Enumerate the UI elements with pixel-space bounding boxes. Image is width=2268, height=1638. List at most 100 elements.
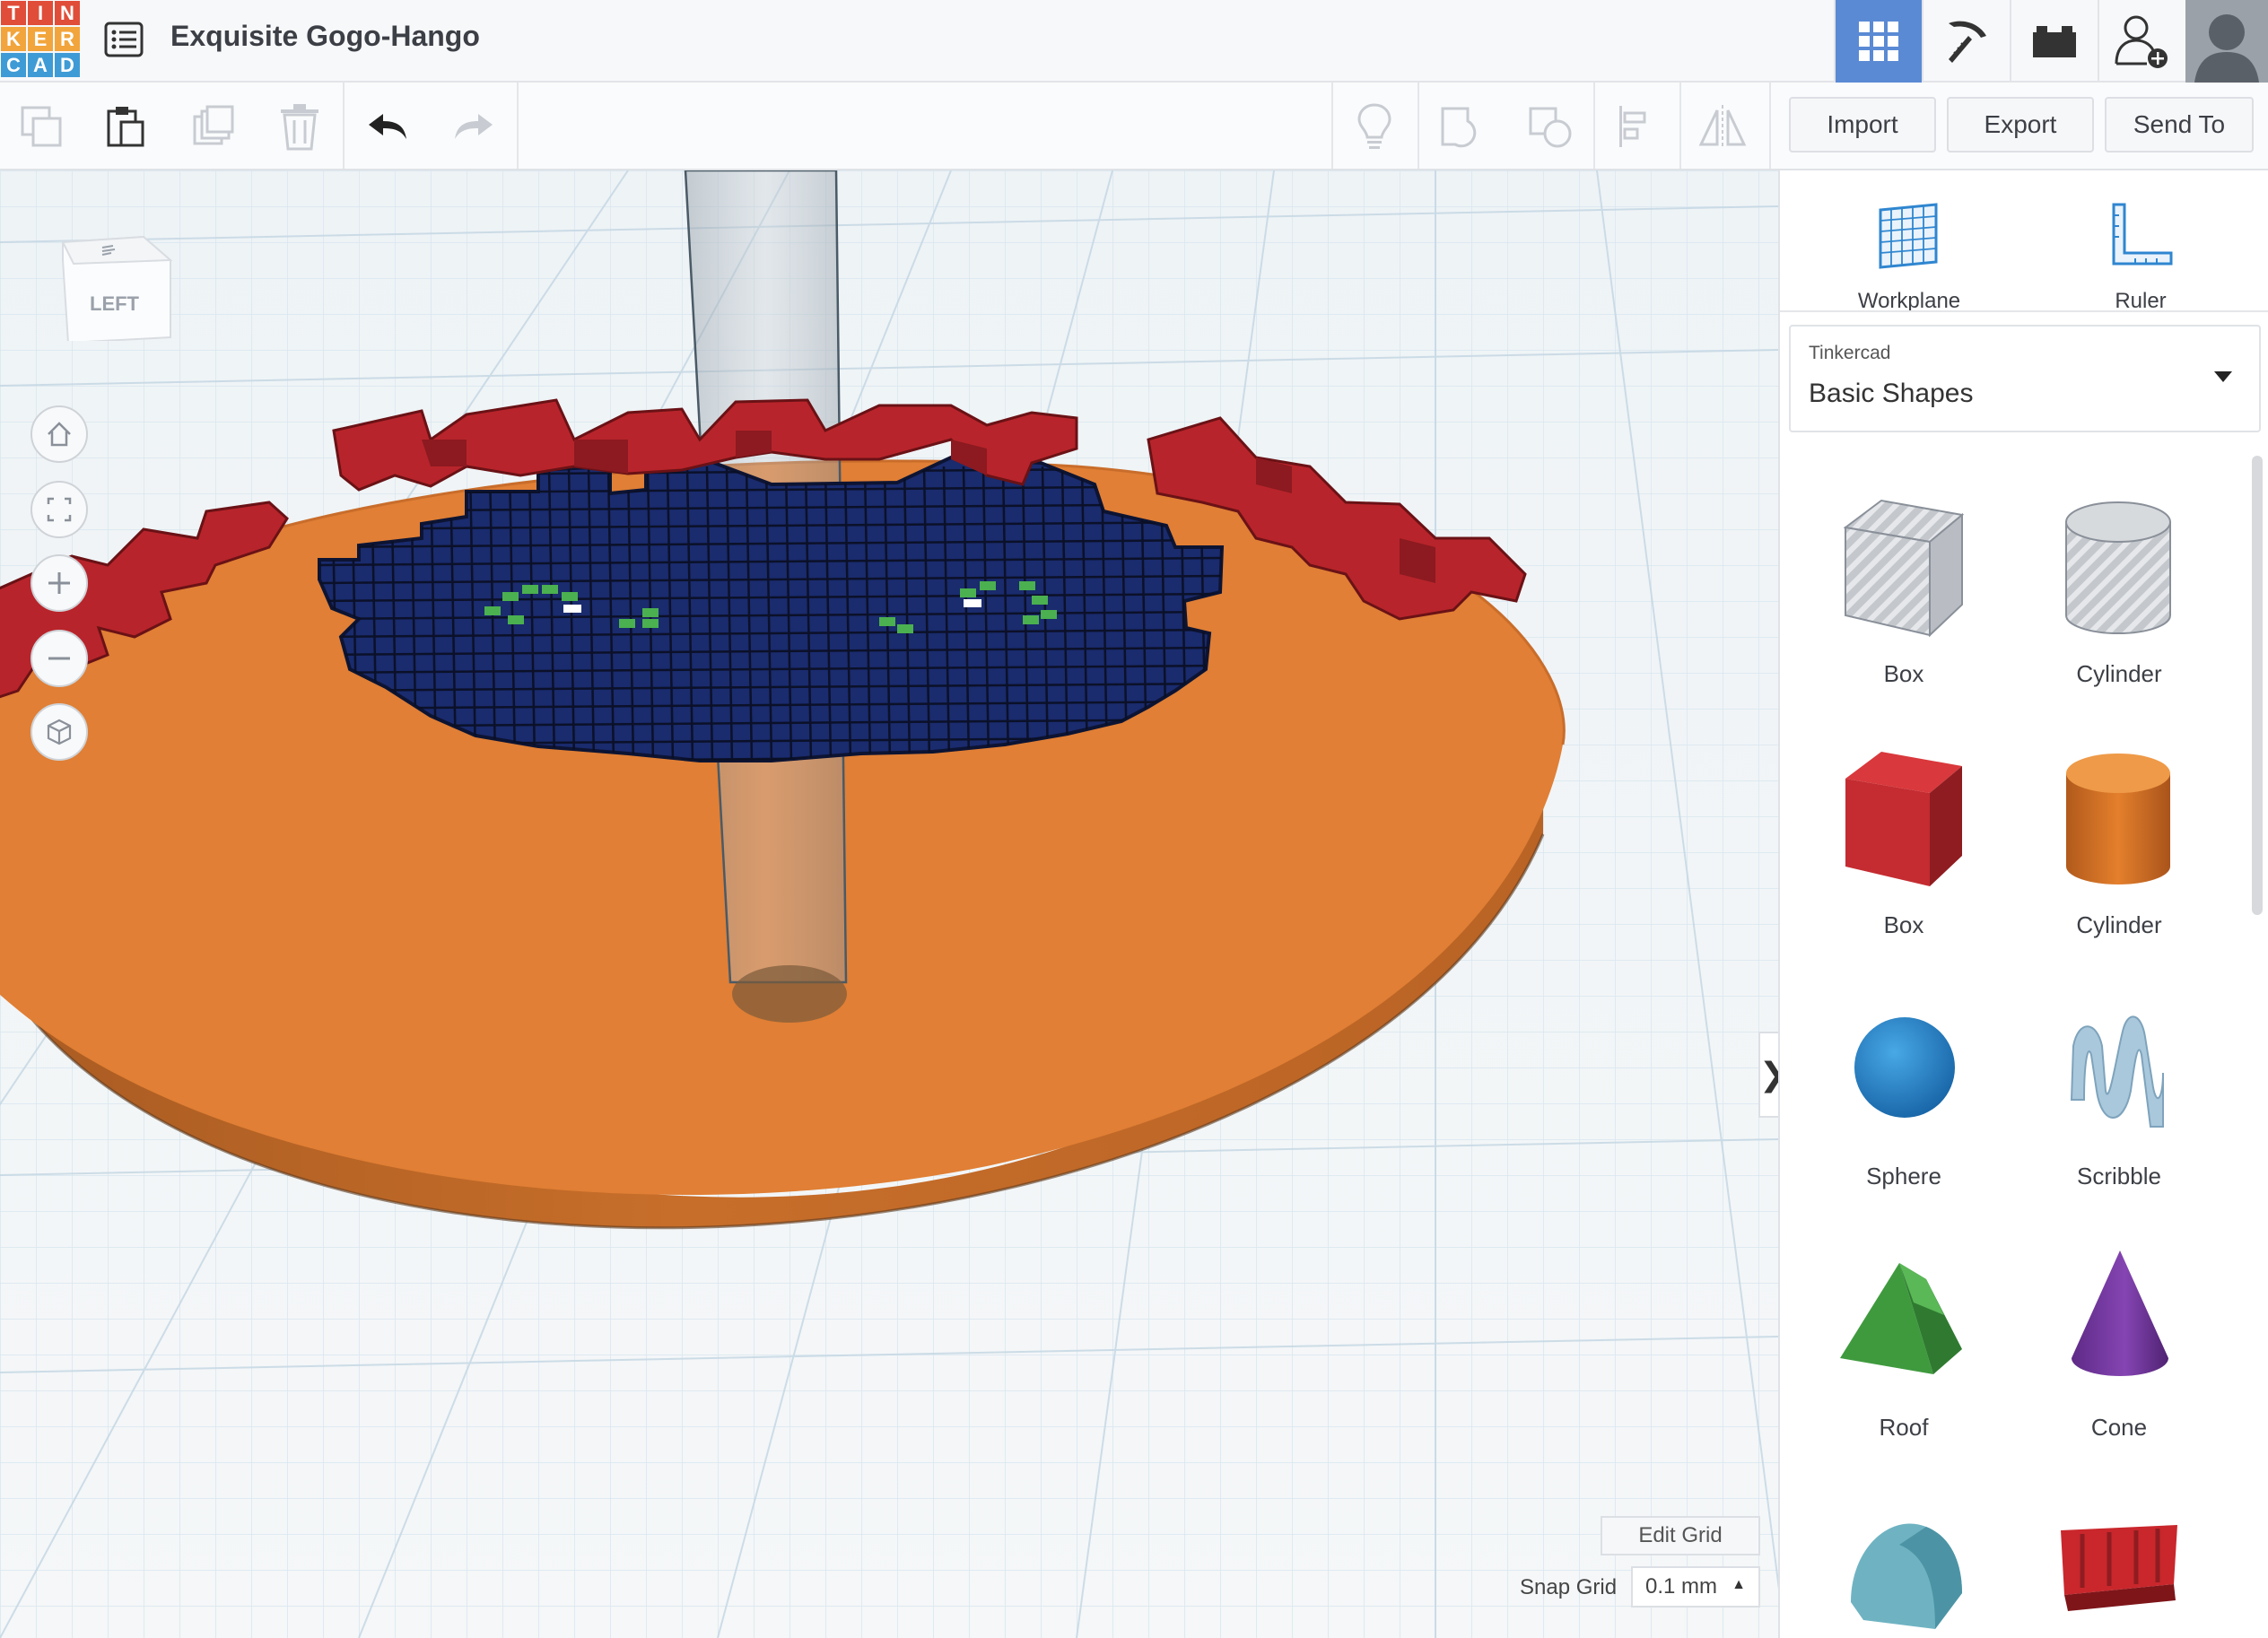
export-button[interactable]: Export [1947,97,2094,152]
snap-grid-select[interactable]: 0.1 mm ▲ [1631,1566,1760,1608]
user-avatar[interactable] [2185,0,2268,83]
ungroup-button[interactable] [1523,100,1577,152]
cube-icon [47,719,72,745]
user-icon [2185,0,2268,83]
shape-label: Cone [2090,1414,2148,1441]
shape-label: Scribble [2077,1163,2161,1189]
snap-grid-value: 0.1 mm [1645,1574,1718,1599]
invite-user-button[interactable] [2098,0,2185,83]
logo-letter: D [55,53,80,77]
top-nav [1834,0,2268,83]
tinkercad-logo[interactable]: T I N K E R C A D [0,0,82,80]
logo-letter: R [55,27,80,51]
toolbar-divider [1418,83,1419,169]
import-button[interactable]: Import [1789,97,1936,152]
edit-grid-button[interactable]: Edit Grid [1601,1516,1760,1555]
undo-icon [369,114,406,139]
home-icon [48,422,71,447]
view-cube[interactable]: LEFT [56,224,172,341]
group-button[interactable] [1435,100,1489,152]
library-source: Tinkercad [1809,343,1891,363]
redo-button[interactable] [447,100,501,152]
minus-icon [48,657,70,660]
shape-cone[interactable]: Cone [2011,1231,2227,1464]
pickaxe-icon [1949,21,1986,63]
3d-viewport[interactable]: LEFT Edit Grid Snap Grid 0.1 mm ▲ ❯ [0,170,1778,1638]
shape-label: Cylinder [2076,911,2162,938]
zoom-out-button[interactable] [31,630,88,687]
toolbar-divider [343,83,345,169]
shape-scribble[interactable]: Scribble [2011,980,2227,1213]
view-cube-face-label: LEFT [90,292,140,315]
undo-button[interactable] [361,100,414,152]
shape-half-cylinder[interactable] [1796,1482,2011,1638]
add-user-icon [2115,15,2168,68]
notes-button[interactable] [1348,100,1401,152]
shape-box-hole[interactable]: Box [1796,477,2011,710]
shape-list-scrollbar[interactable] [2252,456,2263,915]
cylinder-hole-icon [2065,501,2171,634]
shape-text[interactable] [2011,1482,2227,1638]
workplane-tool[interactable]: Workplane [1819,188,1999,313]
toolbar-divider [1679,83,1681,169]
grid-view-icon [1859,22,1898,61]
3d-design-view-button[interactable] [1834,0,1922,83]
duplicate-button[interactable] [187,100,240,152]
minecraft-view-button[interactable] [1922,0,2010,83]
workplane-scene[interactable] [0,170,1778,1638]
shapes-panel: Workplane Ruler Tinkercad Basic Shapes B… [1778,170,2268,1638]
panel-toggle-button[interactable]: ❯ [1758,1032,1778,1118]
box-hole-icon [1843,499,1965,638]
shape-label: Roof [1879,1414,1929,1441]
scribble-icon [2070,1015,2164,1128]
roof-icon [1840,1263,1962,1374]
edit-toolbar: Import Export Send To [0,83,2268,170]
workplane-icon [1879,203,1938,269]
paste-icon [107,107,144,147]
shape-library-dropdown[interactable]: Tinkercad Basic Shapes [1789,325,2261,432]
mirror-button[interactable] [1696,100,1749,152]
delete-button[interactable] [273,100,327,152]
design-list-button[interactable] [100,16,147,63]
zoom-in-button[interactable] [31,554,88,612]
shape-label: Cylinder [2076,660,2162,687]
bricks-view-button[interactable] [2010,0,2098,83]
send-to-button[interactable]: Send To [2105,97,2254,152]
copy-button[interactable] [14,100,68,152]
cylinder-icon [2066,754,2170,884]
chevron-right-icon: ❯ [1759,1056,1778,1093]
paste-button[interactable] [99,100,153,152]
logo-letter: T [1,1,26,25]
lightbulb-icon [1357,103,1391,149]
sphere-icon [1854,1017,1955,1118]
logo-letter: I [28,1,53,25]
toolbar-divider [517,83,519,169]
ruler-tool[interactable]: Ruler [2051,188,2230,313]
shape-box[interactable]: Box [1796,728,2011,962]
shape-list: Box Cylinder Box Cylinder Sphere Scribbl… [1780,457,2246,1638]
caret-up-icon: ▲ [1732,1577,1746,1592]
caret-down-icon [2214,371,2232,382]
shape-cylinder[interactable]: Cylinder [2011,728,2227,962]
trash-icon [281,104,318,151]
home-view-button[interactable] [31,405,88,463]
shape-sphere[interactable]: Sphere [1796,980,2011,1213]
ortho-view-button[interactable] [31,703,88,761]
ruler-icon [2112,203,2173,266]
app-header: T I N K E R C A D Exquisite Gogo-Hango [0,0,2268,83]
plus-icon [48,572,70,594]
fit-view-button[interactable] [31,481,88,538]
shape-label: Sphere [1866,1163,1941,1189]
panel-divider [1780,310,2268,312]
bricks-icon [2033,26,2076,57]
shape-roof[interactable]: Roof [1796,1231,2011,1464]
design-title[interactable]: Exquisite Gogo-Hango [170,20,480,53]
logo-letter: N [55,1,80,25]
snap-grid-label: Snap Grid [1520,1575,1618,1599]
align-button[interactable] [1609,100,1663,152]
shape-cylinder-hole[interactable]: Cylinder [2011,477,2227,710]
cone-icon [2072,1250,2168,1376]
half-cylinder-icon [1851,1523,1962,1629]
shape-label: Box [1883,911,1924,938]
list-icon [104,22,144,57]
